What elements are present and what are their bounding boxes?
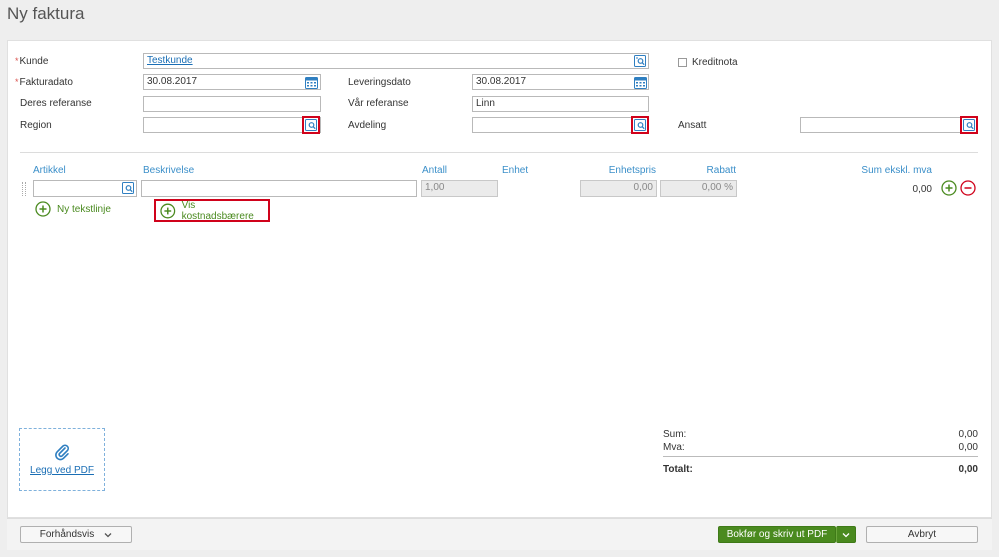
col-rabatt: Rabatt	[706, 165, 736, 176]
mva-label: Mva:	[663, 442, 685, 453]
var-referanse-label: Vår referanse	[348, 98, 409, 109]
plus-circle-icon	[35, 201, 51, 217]
add-line-icon[interactable]	[941, 180, 957, 199]
attach-pdf-link[interactable]: Legg ved PDF	[30, 465, 94, 476]
section-divider	[20, 152, 978, 153]
enhetspris-input[interactable]: 0,00	[580, 180, 657, 197]
total-value: 0,00	[958, 464, 978, 475]
sum-label: Sum:	[663, 429, 687, 440]
cancel-label: Avbryt	[907, 529, 937, 540]
deres-referanse-label: Deres referanse	[20, 98, 92, 109]
paperclip-icon	[55, 444, 69, 461]
show-cost-carriers-label: Vis kostnadsbærere	[181, 199, 254, 222]
totals-divider	[663, 456, 978, 457]
add-text-line-label: Ny tekstlinje	[57, 203, 111, 215]
total-label: Totalt:	[663, 464, 693, 475]
page-title: Ny faktura	[7, 4, 85, 23]
add-text-line-button[interactable]: Ny tekstlinje	[35, 201, 111, 217]
col-enhet: Enhet	[502, 165, 529, 176]
remove-line-icon[interactable]	[960, 180, 976, 199]
kreditnota-label: Kreditnota	[692, 57, 738, 68]
preview-label: Forhåndsvis	[39, 529, 95, 540]
post-options-dropdown[interactable]	[836, 526, 856, 543]
fakturadato-label: *Fakturadato	[15, 77, 73, 88]
avdeling-lookup-icon[interactable]	[631, 116, 649, 134]
post-and-print-button[interactable]: Bokfør og skriv ut PDF	[718, 526, 836, 543]
fakturadato-calendar-icon[interactable]	[304, 75, 318, 89]
sum-value: 0,00	[958, 429, 978, 440]
ansatt-label: Ansatt	[678, 120, 707, 131]
drag-handle-icon[interactable]	[22, 182, 26, 196]
col-sum: Sum ekskl. mva	[861, 165, 932, 176]
leveringsdato-input[interactable]: 30.08.2017	[472, 74, 649, 90]
preview-dropdown-button[interactable]: Forhåndsvis	[20, 526, 132, 543]
col-enhetspris: Enhetspris	[608, 165, 656, 176]
antall-input[interactable]: 1,00	[421, 180, 498, 197]
chevron-down-icon	[104, 532, 112, 537]
line-sum-value: 0,00	[912, 184, 932, 195]
col-artikkel: Artikkel	[33, 165, 66, 176]
cancel-button[interactable]: Avbryt	[866, 526, 978, 543]
beskrivelse-input[interactable]	[141, 180, 417, 197]
kunde-lookup-icon[interactable]	[633, 54, 647, 68]
mva-value: 0,00	[958, 442, 978, 453]
col-beskrivelse: Beskrivelse	[143, 165, 195, 176]
artikkel-lookup-icon[interactable]	[121, 181, 135, 195]
fakturadato-input[interactable]: 30.08.2017	[143, 74, 321, 90]
deres-referanse-input[interactable]	[143, 96, 321, 112]
avdeling-input[interactable]	[472, 117, 649, 133]
region-lookup-icon[interactable]	[302, 116, 320, 134]
leveringsdato-label: Leveringsdato	[348, 77, 411, 88]
chevron-down-icon	[842, 532, 850, 537]
col-antall: Antall	[422, 165, 448, 176]
post-and-print-label: Bokfør og skriv ut PDF	[726, 529, 828, 540]
region-input[interactable]	[143, 117, 321, 133]
plus-circle-icon	[160, 203, 176, 218]
ansatt-input[interactable]	[800, 117, 978, 133]
kunde-link[interactable]: Testkunde	[147, 55, 193, 66]
var-referanse-input[interactable]: Linn	[472, 96, 649, 112]
leveringsdato-calendar-icon[interactable]	[633, 75, 647, 89]
ansatt-lookup-icon[interactable]	[960, 116, 978, 134]
attach-pdf-dropzone[interactable]: Legg ved PDF	[19, 428, 105, 491]
kunde-field[interactable]: Testkunde	[143, 53, 649, 69]
show-cost-carriers-button[interactable]: Vis kostnadsbærere	[154, 199, 270, 222]
kreditnota-checkbox[interactable]	[678, 58, 687, 67]
rabatt-input[interactable]: 0,00 %	[660, 180, 737, 197]
avdeling-label: Avdeling	[348, 120, 387, 131]
kunde-label: *Kunde	[15, 56, 49, 67]
region-label: Region	[20, 120, 52, 131]
